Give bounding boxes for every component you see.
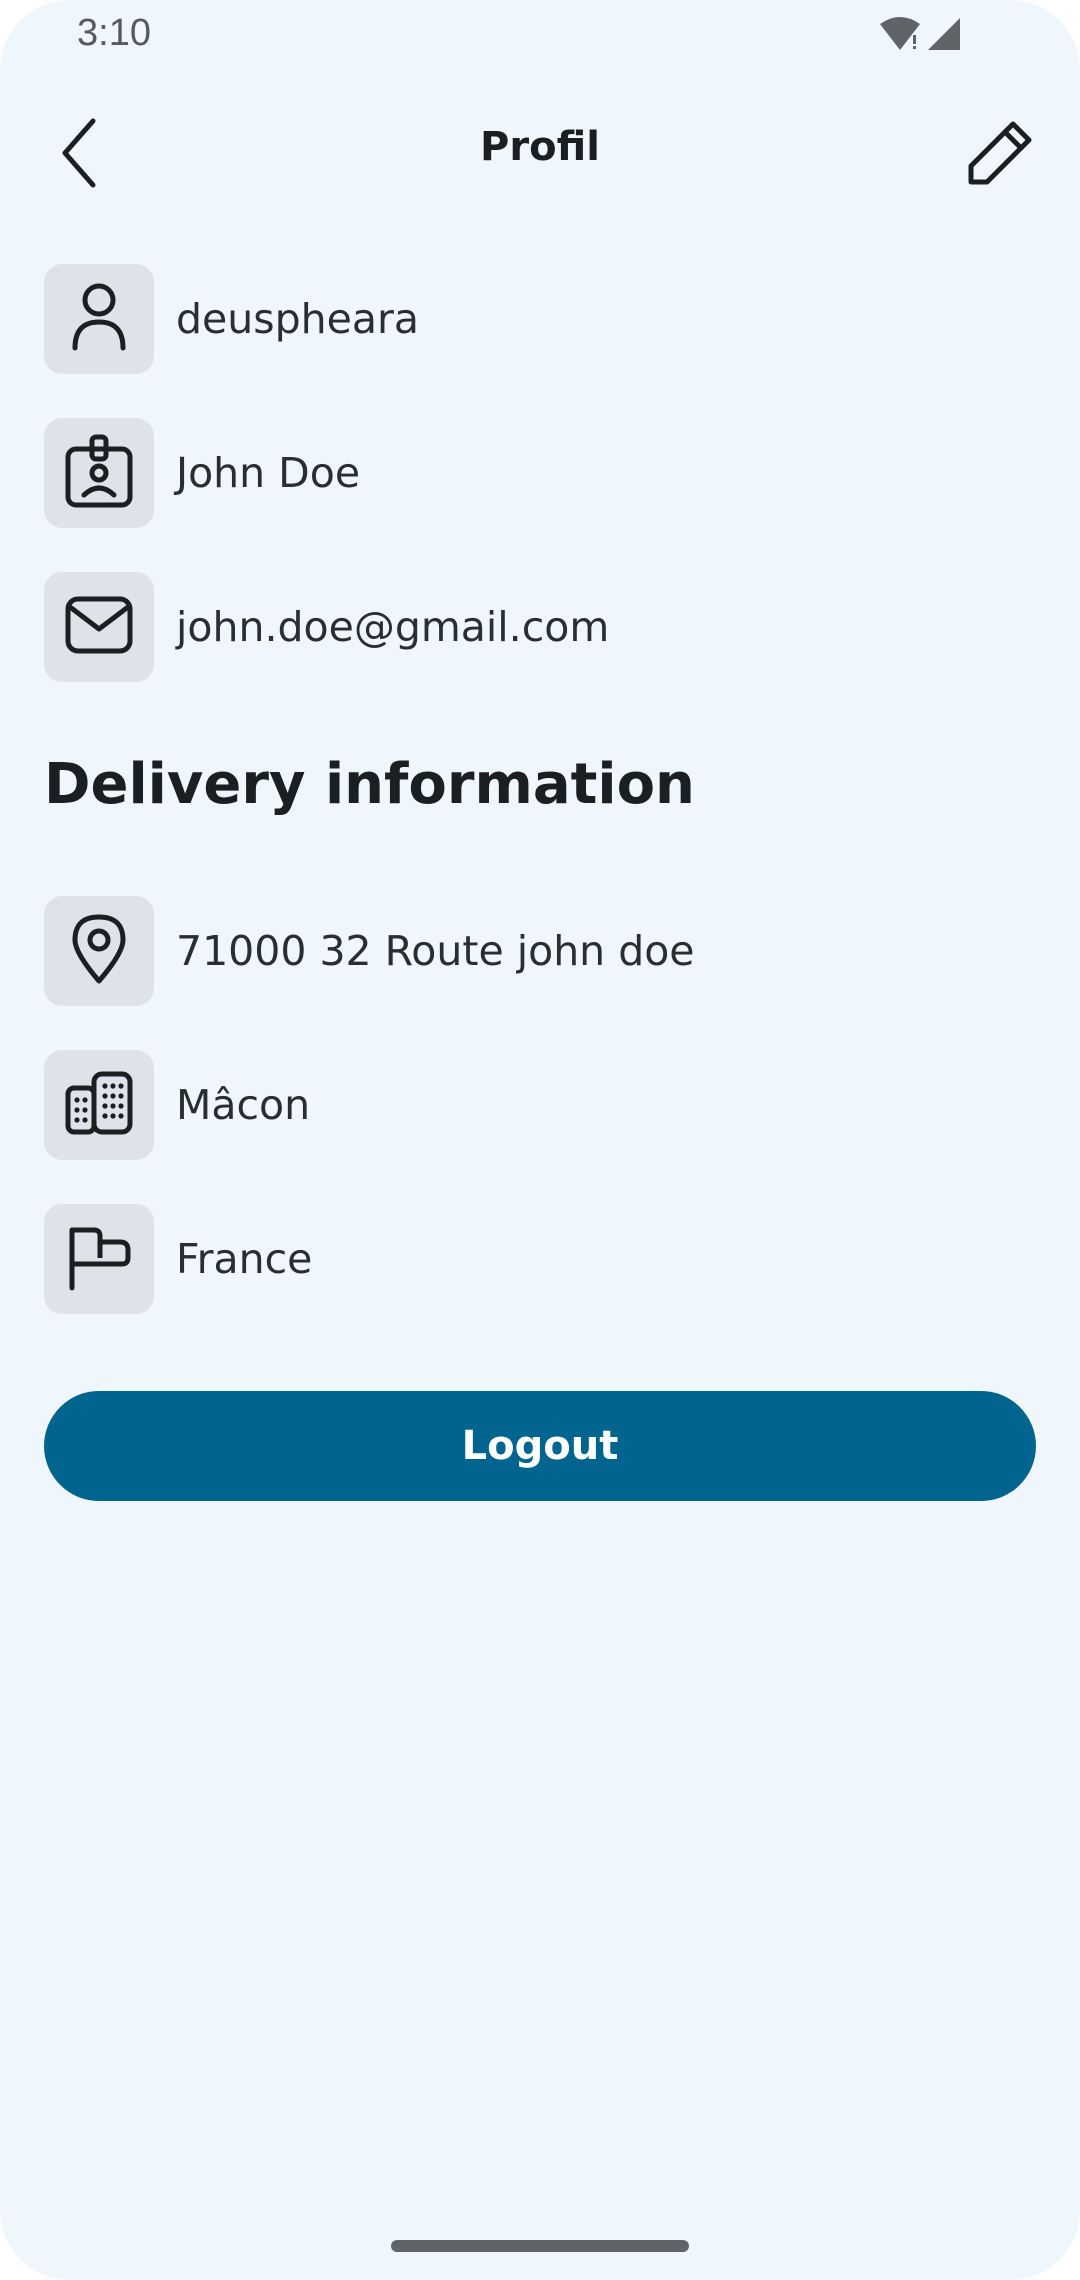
mail-icon — [64, 595, 134, 659]
address-icon-tile — [44, 896, 154, 1006]
home-indicator[interactable] — [391, 2240, 689, 2252]
pencil-icon — [965, 118, 1035, 192]
full-name-icon-tile — [44, 418, 154, 528]
full-name-text: John Doe — [176, 449, 361, 497]
logout-button[interactable]: Logout — [44, 1391, 1036, 1501]
city-row: Mâcon — [44, 1050, 310, 1160]
status-icons — [878, 16, 962, 56]
city-icon-tile — [44, 1050, 154, 1160]
wifi-icon — [878, 16, 922, 56]
city-text: Mâcon — [176, 1081, 311, 1129]
country-text: France — [176, 1235, 313, 1283]
username-icon-tile — [44, 264, 154, 374]
status-time: 3:10 — [77, 12, 151, 54]
email-text: john.doe@gmail.com — [176, 603, 610, 651]
delivery-section-title: Delivery information — [44, 752, 695, 817]
email-row: john.doe@gmail.com — [44, 572, 609, 682]
country-icon-tile — [44, 1204, 154, 1314]
status-bar: 3:10 — [0, 0, 1080, 70]
address-text: 71000 32 Route john doe — [176, 927, 695, 975]
full-name-row: John Doe — [44, 418, 360, 528]
profile-screen: 3:10 Profil deuspheara John Doe john.doe… — [0, 0, 1080, 2280]
address-row: 71000 32 Route john doe — [44, 896, 695, 1006]
username-row: deuspheara — [44, 264, 419, 374]
user-icon — [71, 282, 127, 356]
edit-profile-button[interactable] — [960, 115, 1040, 195]
signal-icon — [926, 16, 962, 56]
buildings-icon — [64, 1070, 134, 1140]
page-title: Profil — [480, 124, 600, 170]
username-text: deuspheara — [176, 295, 419, 343]
top-app-bar: Profil — [0, 100, 1080, 210]
email-icon-tile — [44, 572, 154, 682]
country-row: France — [44, 1204, 312, 1314]
flag-icon — [66, 1222, 132, 1296]
location-pin-icon — [71, 913, 127, 989]
id-badge-icon — [64, 433, 134, 513]
